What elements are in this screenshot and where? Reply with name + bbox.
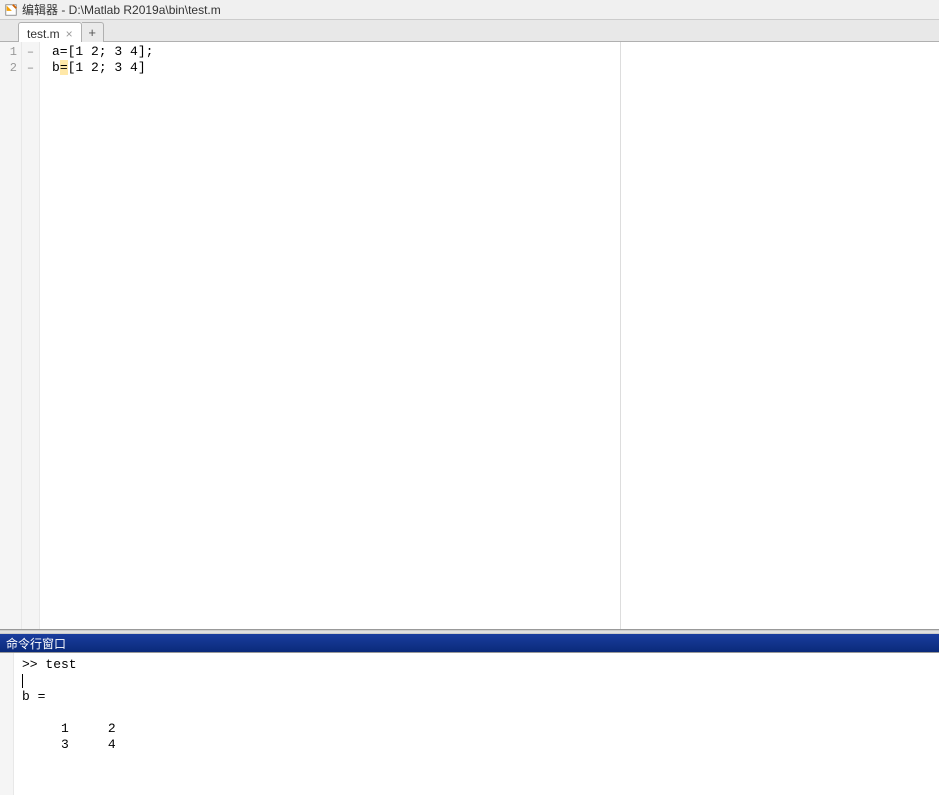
code-container: a=[1 2; 3 4]; b=[1 2; 3 4]	[40, 42, 939, 629]
cmd-blank-line	[22, 705, 931, 721]
code-body[interactable]: a=[1 2; 3 4]; b=[1 2; 3 4]	[40, 42, 939, 629]
text-cursor	[22, 674, 23, 688]
code-line: a=[1 2; 3 4];	[52, 44, 939, 60]
line-number-gutter: 1 2	[0, 42, 22, 629]
command-window-title-bar: 命令行窗口	[0, 634, 939, 652]
editor-area: 1 2 – – a=[1 2; 3 4]; b=[1 2; 3 4]	[0, 42, 939, 630]
line-number: 1	[0, 44, 21, 60]
line-number: 2	[0, 60, 21, 76]
breakpoint-gutter[interactable]: – –	[22, 42, 40, 629]
cmd-output-row: 1 2	[22, 721, 931, 737]
code-line: b=[1 2; 3 4]	[52, 60, 939, 76]
tab-add-button[interactable]: +	[82, 22, 104, 42]
cmd-output-line: b =	[22, 689, 931, 705]
cmd-output-row: 3 4	[22, 737, 931, 753]
right-margin-line	[620, 42, 621, 629]
tab-active[interactable]: test.m ×	[18, 22, 82, 42]
command-window: >> test b = 1 2 3 4	[0, 652, 939, 795]
exec-dash: –	[22, 60, 39, 76]
tab-label: test.m	[27, 27, 60, 41]
window-title: 编辑器 - D:\Matlab R2019a\bin\test.m	[22, 1, 221, 18]
tab-close-icon[interactable]: ×	[66, 28, 73, 40]
command-gutter	[0, 653, 14, 795]
title-bar: 编辑器 - D:\Matlab R2019a\bin\test.m	[0, 0, 939, 20]
command-window-title: 命令行窗口	[6, 635, 66, 652]
tab-strip: test.m × +	[0, 20, 939, 42]
cmd-prompt-line: >> test	[22, 657, 931, 673]
highlight: =	[60, 60, 68, 75]
cmd-cursor-line	[22, 673, 931, 689]
exec-dash: –	[22, 44, 39, 60]
command-body[interactable]: >> test b = 1 2 3 4	[14, 653, 939, 795]
editor-icon	[4, 3, 18, 17]
